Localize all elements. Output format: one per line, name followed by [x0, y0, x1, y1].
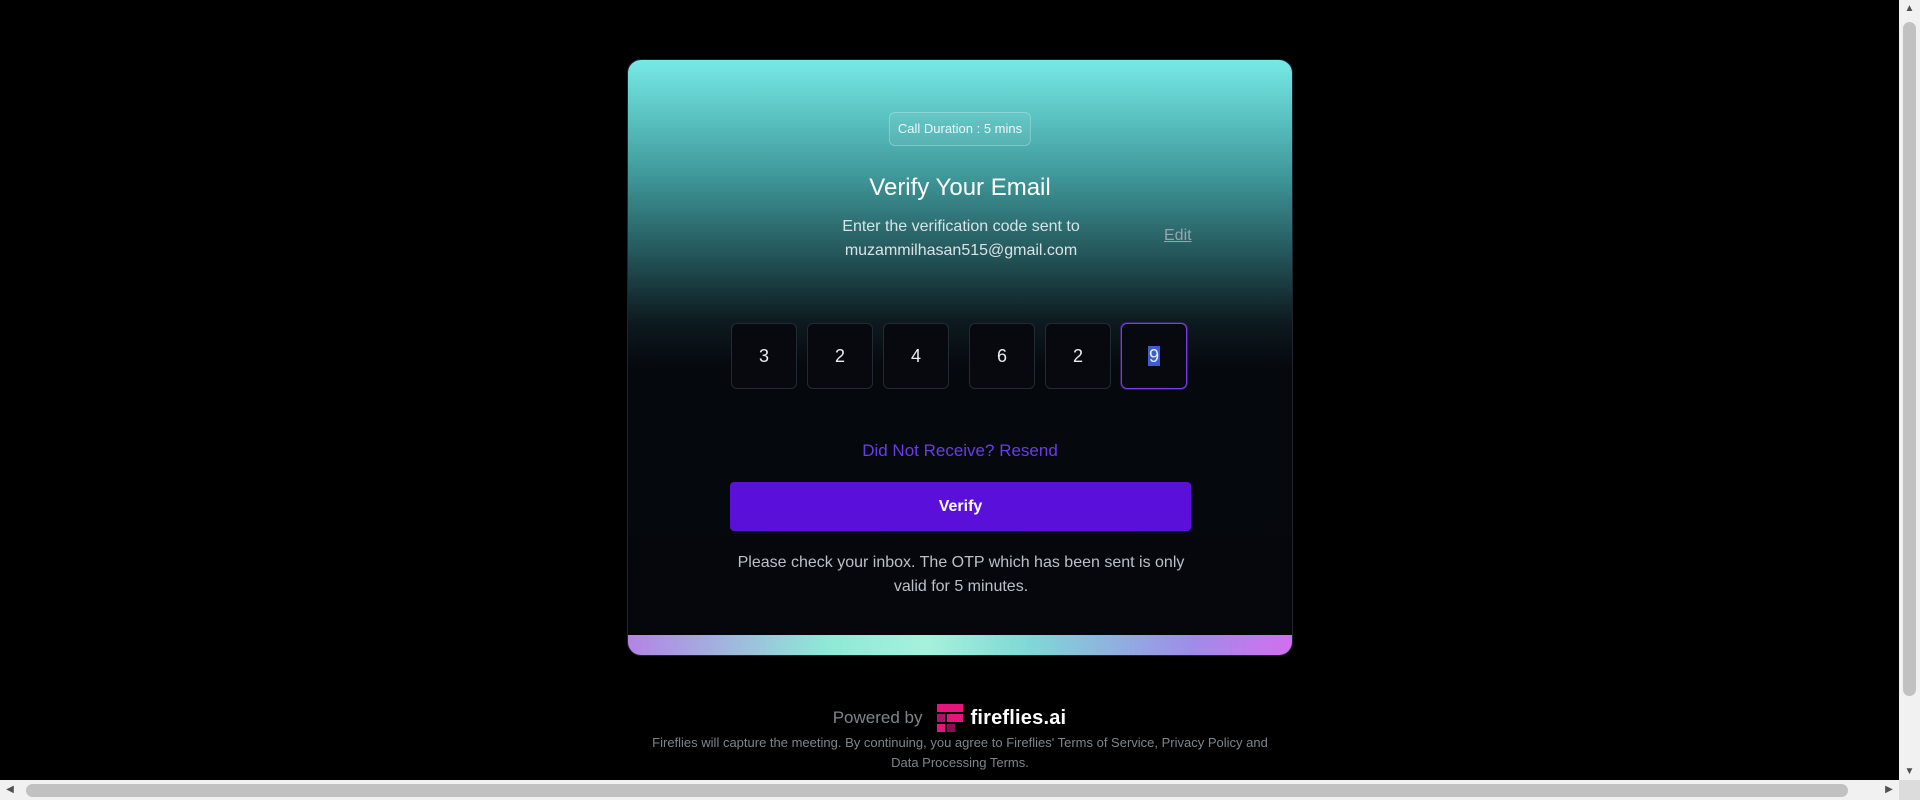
triangle-left-icon[interactable]: ◀: [0, 780, 20, 800]
legal-text: Fireflies will capture the meeting. By c…: [652, 735, 1268, 770]
call-duration-badge: Call Duration : 5 mins: [888, 112, 1032, 146]
email-address: muzammilhasan515@gmail.com: [844, 242, 1078, 259]
verify-button[interactable]: Verify: [730, 482, 1191, 531]
brand[interactable]: fireflies.ai: [936, 704, 1067, 732]
edit-email-link[interactable]: Edit: [1164, 227, 1192, 245]
otp-input-group: 3 2 4 6 2 9: [731, 323, 1191, 389]
resend-link[interactable]: Did Not Receive? Resend: [628, 441, 1292, 461]
otp-digit-6[interactable]: 9: [1121, 323, 1187, 389]
vertical-scroll-thumb[interactable]: [1903, 22, 1916, 696]
otp-digit-2[interactable]: 2: [807, 323, 873, 389]
otp-digit-1[interactable]: 3: [731, 323, 797, 389]
triangle-right-icon[interactable]: ▶: [1879, 780, 1899, 800]
scrollbar-corner: [1899, 780, 1920, 800]
powered-by: Powered by fireflies.ai: [0, 703, 1899, 733]
otp-digit-3[interactable]: 4: [883, 323, 949, 389]
powered-by-label: Powered by: [832, 708, 923, 727]
horizontal-scroll-thumb[interactable]: [26, 784, 1848, 797]
page-title: Verify Your Email: [869, 174, 1051, 201]
subtitle-line: Enter the verification code sent to: [842, 218, 1080, 235]
verification-subtitle: Enter the verification code sent to muza…: [778, 215, 1144, 263]
vertical-scrollbar[interactable]: ▲ ▼: [1899, 0, 1920, 780]
verification-card: Call Duration : 5 mins Verify Your Email…: [627, 59, 1293, 656]
otp-digit-6-selected: 9: [1147, 346, 1160, 366]
horizontal-scrollbar[interactable]: ◀ ▶: [0, 780, 1899, 800]
brand-name: fireflies.ai: [970, 706, 1067, 729]
fireflies-logo-icon: [936, 704, 963, 732]
triangle-down-icon[interactable]: ▼: [1899, 763, 1920, 780]
gradient-strip: [628, 635, 1292, 655]
page-viewport: Call Duration : 5 mins Verify Your Email…: [0, 0, 1899, 780]
otp-digit-4[interactable]: 6: [969, 323, 1035, 389]
otp-digit-5[interactable]: 2: [1045, 323, 1111, 389]
triangle-up-icon[interactable]: ▲: [1899, 0, 1920, 17]
otp-info-text: Please check your inbox. The OTP which h…: [737, 554, 1185, 595]
